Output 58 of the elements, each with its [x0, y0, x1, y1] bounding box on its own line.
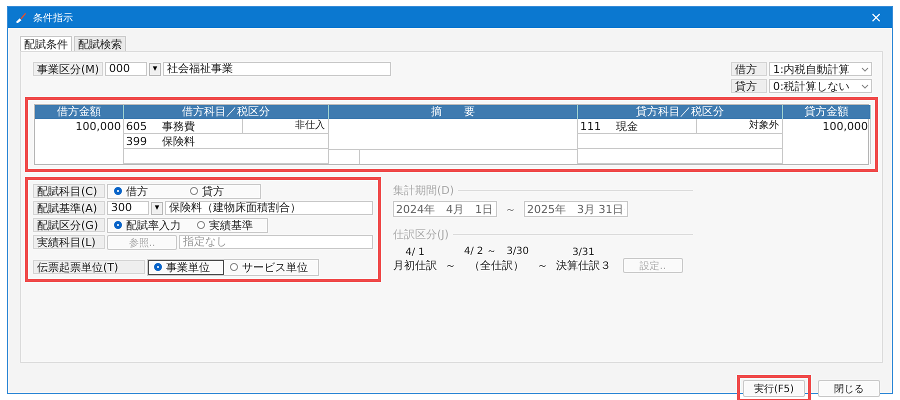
chevron-icon	[861, 65, 869, 73]
table-cell-text: 保険料	[162, 134, 196, 148]
radio-option[interactable]: 配賦率入力	[108, 218, 191, 232]
table-cell-text: 現金	[616, 118, 639, 134]
journal-label: （全仕訳）	[468, 258, 524, 273]
field-label: 実績科目(L)	[33, 235, 105, 249]
close-button[interactable]: ×	[866, 10, 886, 26]
table-cell: 100,000	[35, 119, 124, 164]
field-label: 配賦区分(G)	[33, 218, 105, 232]
window-title: 条件指示	[33, 12, 73, 24]
radio-option[interactable]: 借方	[108, 184, 184, 198]
brush-icon	[14, 11, 27, 24]
name-field: 保険料（建物床面積割合）	[165, 201, 373, 215]
tab[interactable]: 配賦条件	[20, 36, 72, 51]
radio-option[interactable]: 実績基準	[191, 218, 267, 232]
date-label: 4/ 1	[405, 247, 425, 258]
field-label: 借方	[731, 62, 767, 76]
column-header: 借方金額	[35, 105, 124, 119]
group-label: 仕訳区分(J)	[393, 227, 449, 242]
field-label: 貸方	[731, 79, 767, 93]
account-field: 指定なし	[179, 235, 373, 249]
column-header: 貸方科目／税区分	[578, 105, 783, 119]
radio-option[interactable]: 貸方	[184, 184, 260, 198]
radio-option[interactable]: サービス単位	[224, 260, 318, 274]
select-field[interactable]: 1:内税自動計算	[769, 62, 872, 76]
select-field[interactable]: 0:税計算しない	[769, 79, 872, 93]
column-header: 借方科目／税区分	[124, 105, 329, 119]
table-cell-text: 111	[579, 120, 602, 132]
dropdown-button[interactable]: ▾	[151, 202, 163, 214]
range-separator: ～	[505, 202, 516, 216]
field-label: 配賦科目(C)	[33, 184, 105, 198]
table-cell: 非仕入	[242, 119, 328, 133]
code-field[interactable]: 300	[107, 201, 149, 215]
dialog-button[interactable]: 閉じる	[818, 380, 880, 397]
field-label: 事業区分(M)	[33, 62, 103, 76]
name-field: 社会福祉事業	[163, 62, 391, 76]
range-separator: ～	[536, 258, 548, 273]
column-header: 摘 要	[329, 105, 578, 119]
dropdown-button[interactable]: ▾	[149, 62, 161, 76]
table-cell: 対象外	[696, 119, 782, 133]
table-cell-text: 605	[125, 120, 148, 132]
group-label: 集計期間(D)	[393, 183, 454, 198]
journal-label: 決算仕訳３	[556, 258, 611, 273]
date-label: 3/31	[572, 247, 595, 258]
radio-option[interactable]: 事業単位	[148, 260, 224, 274]
field-label: 配賦基準(A)	[33, 201, 105, 215]
column-header: 貸方金額	[783, 105, 871, 119]
code-field[interactable]: 000	[105, 62, 147, 76]
dialog-button[interactable]: 実行(F5)	[743, 380, 805, 397]
table-cell-text: 399	[125, 134, 148, 148]
tab[interactable]: 配賦検索	[74, 36, 126, 51]
range-separator: ～	[445, 258, 456, 273]
table-cell-text: 事務費	[162, 118, 196, 134]
chevron-icon	[861, 82, 869, 90]
field-label: 伝票起票単位(T)	[33, 260, 145, 274]
table-cell: 100,000	[783, 119, 871, 164]
journal-label: 月初仕訳	[393, 258, 437, 273]
date-label: 4/ 2 ～ 3/30	[464, 245, 529, 258]
